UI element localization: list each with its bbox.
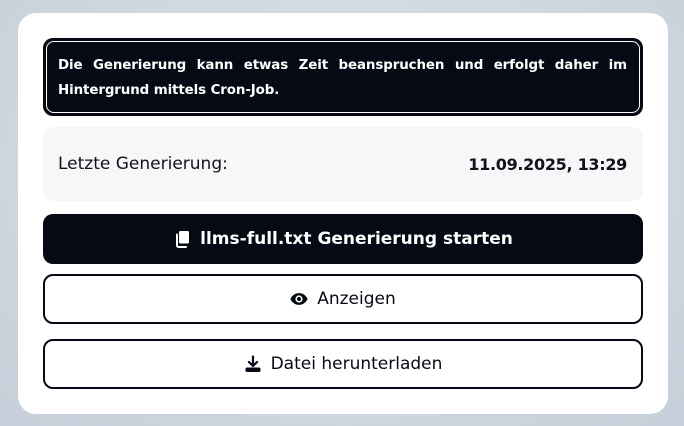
download-icon bbox=[244, 355, 262, 373]
download-label: Datei herunterladen bbox=[270, 354, 443, 374]
start-generation-label: llms-full.txt Generierung starten bbox=[200, 229, 513, 249]
notice-text: Die Generierung kann etwas Zeit beanspru… bbox=[46, 41, 640, 113]
show-label: Anzeigen bbox=[317, 289, 396, 309]
copy-files-icon bbox=[173, 230, 191, 248]
info-notice: Die Generierung kann etwas Zeit beanspru… bbox=[43, 38, 643, 116]
start-generation-button[interactable]: llms-full.txt Generierung starten bbox=[43, 214, 643, 264]
llms-generation-card: Die Generierung kann etwas Zeit beanspru… bbox=[18, 13, 668, 414]
eye-icon bbox=[290, 290, 308, 308]
last-generation-label: Letzte Generierung: bbox=[58, 154, 228, 174]
show-button[interactable]: Anzeigen bbox=[43, 274, 643, 324]
last-generation-value: 11.09.2025, 13:29 bbox=[468, 154, 627, 174]
download-button[interactable]: Datei herunterladen bbox=[43, 339, 643, 389]
last-generation-box: Letzte Generierung: 11.09.2025, 13:29 bbox=[43, 127, 643, 201]
